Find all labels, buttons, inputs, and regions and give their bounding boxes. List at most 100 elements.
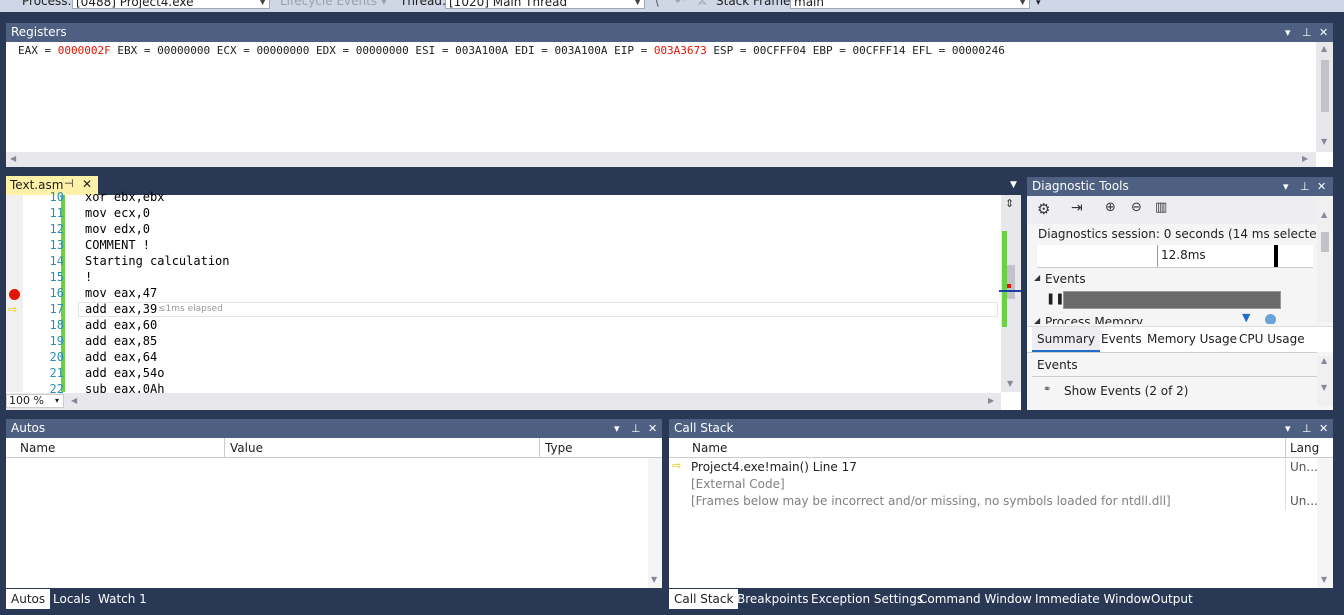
code-line[interactable]: ! [85,270,92,284]
call-stack-row[interactable]: [Frames below may be incorrect and/or mi… [669,493,1318,510]
flag-icon[interactable]: ↶ [675,0,685,8]
window-position-icon[interactable]: ▾ [1285,23,1291,42]
code-line[interactable]: mov edx,0 [85,222,150,236]
register-ecx-value[interactable]: 00000000 [256,44,309,57]
close-icon[interactable]: ✕ [1317,177,1326,196]
code-line[interactable]: mov ecx,0 [85,206,150,220]
tab-autos[interactable]: Autos [6,589,51,609]
close-icon[interactable]: ✕ [1319,419,1328,438]
code-line[interactable]: mov eax,47 [85,286,157,300]
tab-cpu-usage[interactable]: CPU Usage [1234,327,1310,352]
breakpoint-icon[interactable] [9,289,20,300]
process-dropdown[interactable]: [0488] Project4.exe ▼ [72,0,270,9]
registers-horizontal-scrollbar[interactable]: ◀ ▶ [6,152,1316,167]
call-stack-row[interactable]: [External Code] [669,476,1317,493]
timeline-ruler[interactable]: 12.8ms [1037,245,1313,268]
tab-locals[interactable]: Locals [48,589,95,609]
code-editor[interactable]: 10 xor ebx,ebx 11 mov ecx,0 12 mov edx,0 13 COM… [6,190,1021,410]
events-timeline-bar[interactable] [1063,291,1281,309]
diagnostic-scrollbar-bottom[interactable]: ▲ ▼ [1317,356,1333,406]
current-frame-arrow-icon: ⇨ [672,459,682,472]
register-ebx-value[interactable]: 00000000 [157,44,210,57]
register-efl-name: EFL = [905,44,952,57]
diagnostic-tools-panel: ⚙ ⇥ ⊕ ⊖ ▥ Diagnostics session: 0 seconds… [1027,196,1333,410]
code-line[interactable]: COMMENT ! [85,238,150,252]
register-ebp-value[interactable]: 00CFFF14 [853,44,906,57]
column-header-value[interactable]: Value [230,441,263,455]
diagnostic-scrollbar-top[interactable]: ▲ [1317,196,1333,322]
code-line[interactable]: add eax,64 [85,350,157,364]
tab-immediate-window[interactable]: Immediate Window [1030,589,1156,609]
tab-breakpoints[interactable]: Breakpoints [732,589,813,609]
register-edi-value[interactable]: 003A100A [554,44,607,57]
tab-call-stack[interactable]: Call Stack [669,589,739,609]
code-line[interactable]: xor ebx,ebx [85,190,164,204]
code-line[interactable]: Starting calculation [85,254,230,268]
tab-events[interactable]: Events [1096,327,1147,352]
pause-icon[interactable]: ❚❚ [1046,292,1064,305]
split-icon[interactable]: ⇕ [1005,197,1014,210]
toolbar-overflow-icon[interactable]: ▾ [1036,0,1041,8]
register-eax-value[interactable]: 0000002F [58,44,111,57]
window-position-icon[interactable]: ▾ [1285,419,1291,438]
pin-icon[interactable]: ⊥ [1302,419,1312,438]
tab-summary[interactable]: Summary [1032,327,1100,352]
column-header-name[interactable]: Name [692,441,727,455]
lifecycle-events-button[interactable]: Lifecycle Events ▾ [280,0,387,8]
code-line[interactable]: add eax,85 [85,334,157,348]
call-stack-row[interactable]: ⇨ Project4.exe!main() Line 17 Un... [669,459,1318,476]
tab-watch-1[interactable]: Watch 1 [93,589,152,609]
registers-values[interactable]: EAX = 0000002F EBX = 00000000 ECX = 0000… [18,44,1005,57]
close-icon[interactable]: ✕ [648,419,657,438]
zoom-in-icon[interactable]: ⊕ [1105,200,1116,215]
window-position-icon[interactable]: ▾ [614,419,620,438]
register-edi-name: EDI = [508,44,555,57]
tab-command-window[interactable]: Command Window [914,589,1037,609]
register-eax-name: EAX = [18,44,58,57]
autos-scrollbar[interactable]: ▼ [648,458,662,588]
tab-exception-settings[interactable]: Exception Settings [806,589,928,609]
column-header-lang[interactable]: Lang [1290,441,1319,455]
stack-frame-dropdown[interactable]: main ▼ [790,0,1030,9]
show-events-link[interactable]: Show Events (2 of 2) [1064,384,1188,398]
window-position-icon[interactable]: ▾ [1283,177,1289,196]
register-eip-value[interactable]: 003A3673 [654,44,707,57]
code-line[interactable]: add eax,60 [85,318,157,332]
pin-icon[interactable]: ⊥ [1300,177,1310,196]
collapse-icon[interactable]: ◢ [1034,273,1040,282]
snapshot-marker-icon: ▼ [1242,312,1251,324]
column-header-type[interactable]: Type [545,441,573,455]
call-stack-scrollbar[interactable]: ▼ [1317,458,1333,588]
registers-vertical-scrollbar[interactable]: ▲ ▼ [1316,42,1333,152]
events-section-heading: Events [1037,358,1078,372]
thread-filter-icon[interactable]: ⚔ [697,0,708,8]
pin-icon[interactable]: ⊥ [1302,23,1312,42]
reset-zoom-icon[interactable]: ▥ [1155,200,1167,215]
code-line[interactable]: add eax,54o [85,366,164,380]
tab-overflow-icon[interactable]: ▼ [1010,180,1017,190]
register-edx-value[interactable]: 00000000 [356,44,409,57]
instruction-pointer-icon[interactable]: ⇨ [8,303,17,316]
registers-panel-header: Registers ▾ ⊥ ✕ [6,23,1333,42]
register-efl-value[interactable]: 00000246 [952,44,1005,57]
pin-icon[interactable]: ⊥ [631,419,641,438]
register-esp-value[interactable]: 00CFFF04 [753,44,806,57]
export-icon[interactable]: ⇥ [1071,200,1083,216]
column-header-name[interactable]: Name [20,441,55,455]
pin-icon[interactable]: ⊣ [64,177,74,190]
thread-dropdown[interactable]: [1020] Main Thread ▼ [445,0,645,9]
tab-output[interactable]: Output [1146,589,1198,609]
settings-gear-icon[interactable]: ⚙ [1037,200,1050,218]
close-icon[interactable]: ✕ [1319,23,1328,42]
register-esi-value[interactable]: 003A100A [455,44,508,57]
diagnostic-tools-title: Diagnostic Tools [1032,179,1129,193]
zoom-out-icon[interactable]: ⊖ [1131,200,1142,215]
diagnostic-tools-header: Diagnostic Tools ▾ ⊥ ✕ [1027,177,1333,196]
toggle-flag-icon[interactable]: ⟨ [655,0,660,8]
close-icon[interactable]: ✕ [82,177,92,191]
zoom-dropdown[interactable]: 100 % ▾ [6,394,64,408]
tab-memory-usage[interactable]: Memory Usage [1142,327,1242,352]
editor-horizontal-scrollbar[interactable]: 100 % ▾ ◀ ▶ [6,393,1001,410]
register-esi-name: ESI = [408,44,456,57]
editor-vertical-scrollbar[interactable]: ⇕ ▼ [999,195,1021,392]
